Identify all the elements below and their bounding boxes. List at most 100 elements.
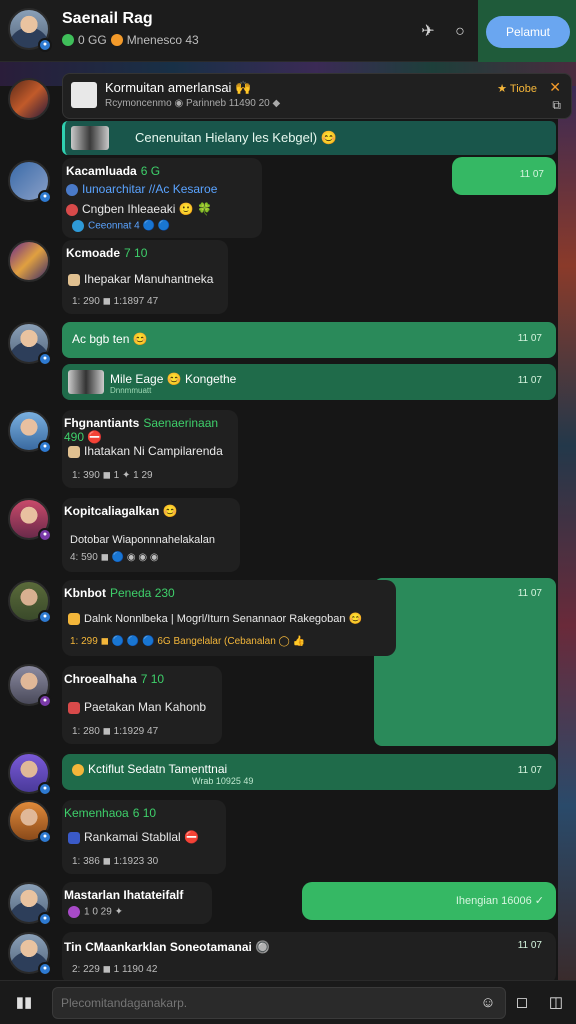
avatar-image [8,240,50,282]
media-bubble[interactable]: 11 07 [374,578,556,746]
message-card[interactable]: Chroealhaha 7 10 Paetakan Man Kahonb 1: 2… [62,666,222,744]
subtitle-prefix: 0 GG [78,33,107,47]
reply-preview[interactable]: Cenenuitan Hielany les Kebgel) 😊 [62,121,556,155]
message-line: Ceeonnat 4 🔵 🔵 [72,220,170,232]
sender-name: Fhgnantiants Saenaerinaan 490 ⛔ [64,416,219,444]
message-time: 11 07 [517,940,542,951]
verified-badge-icon: ● [38,528,52,542]
avatar-chroealhaha[interactable]: ● [8,664,52,708]
outgoing-bubble[interactable]: 11 07 [452,157,556,195]
avatar-pinned[interactable] [8,78,50,120]
verified-badge-icon: ● [38,38,52,52]
verified-badge-icon: ● [38,912,52,926]
verified-badge-icon: ● [38,694,52,708]
online-dot-icon [62,34,74,46]
message-meta: 2: 229 ◼ 1 1190 42 [72,964,158,975]
message-time: 11 07 [519,169,544,180]
emoji-icon [110,34,123,46]
square-icon[interactable]: ◻ [512,993,532,1013]
message-line: Rankamai Stabllal ⛔ [68,830,199,844]
message-input[interactable] [52,987,506,1019]
sender-name: Chroealhaha 7 10 [64,672,165,686]
message-card[interactable]: Kemenhaoa 6 10 Rankamai Stabllal ⛔ 1: 386… [62,800,226,874]
message-meta: 1: 390 ◼ 1 ✦ 1 29 [72,470,153,481]
message-line: Dalnk Nonnlbeka | Mogrl/Iturn Senannaor … [68,612,362,626]
sender-name: Kemenhaoa 6 10 [64,806,157,820]
message-card[interactable]: Kopitcaliagalkan 😊 Dotobar Wiaponnnahela… [62,498,240,572]
avatar-fhgnantiants[interactable]: ● [8,410,52,454]
verified-badge-icon: ● [38,782,52,796]
avatar-mastarlan[interactable]: ● [8,882,52,926]
message-card[interactable]: Kcmoade 7 10 Ihepakar Manuhantneka 1: 290… [62,240,228,314]
message-meta: 1: 280 ◼ 1:1929 47 [72,726,159,737]
message-sub: Wrab 10925 49 [192,776,254,786]
message-bubble[interactable]: Mile Eage 😊 Kongethe Dnnmmuatt 11 07 [62,364,556,400]
sender-name: Tin CMaankarklan Soneotamanai 🔘 [64,940,271,954]
reply-thumbnail [71,126,109,150]
sender-name: Kacamluada 6 G [66,164,161,178]
pin-icon[interactable]: ✈ [418,22,438,42]
pinned-subtitle: Rcymoncenmo ◉ Parinneb 11490 20 ◆ [105,98,281,109]
outgoing-bubble[interactable]: Ihengian 16006 ✓ [302,882,556,920]
verified-badge-icon: ● [38,830,52,844]
chat-title[interactable]: Saenail Rag [62,10,153,28]
message-text: Mile Eage 😊 Kongethe [110,372,237,386]
message-line: Dotobar Wiaponnnahelakalan [70,534,215,546]
sender-name: Kcmoade 7 10 [66,246,148,260]
pinned-message-banner[interactable]: Kormuitan amerlansai 🙌 Rcymoncenmo ◉ Par… [62,73,572,119]
verified-badge-icon: ● [38,962,52,976]
subtitle-text: Mnenesco 43 [126,33,199,47]
message-time: 11 07 [517,375,542,386]
avatar-kcmoade[interactable] [8,240,50,282]
sender-name: Mastarlan Ihatateifalf [64,888,184,902]
book-icon[interactable]: ▮▮ [14,993,34,1013]
emoji-icon[interactable]: ☺ [478,993,498,1013]
composer-bar: ▮▮ ☺ ◻ ◫ [0,980,576,1024]
wallpaper-side [558,86,576,986]
message-text: Ac bgb ten 😊 [72,332,148,346]
verified-badge-icon: ● [38,190,52,204]
message-meta: 4: 590 ◼ 🔵 ◉ ◉ ◉ [70,552,159,563]
avatar-user-2[interactable]: ● [8,752,52,796]
message-line: Iunoarchitar //Ac Kesaroe [66,182,217,196]
message-card[interactable]: Mastarlan Ihatateifalf 1 0 29 ✦ [62,882,212,924]
close-icon[interactable]: ✕ [549,79,561,96]
message-bubble[interactable]: Kctiflut Sedatn Tamenttnai Wrab 10925 49… [62,754,556,790]
header-cta-button[interactable]: Pelamut [486,16,570,48]
reply-text: Cenenuitan Hielany les Kebgel) 😊 [135,130,337,145]
avatar-kacamluada[interactable]: ● [8,160,52,204]
chat-header: ● Saenail Rag 0 GG Mnenesco 43 ✈ ○ Pelam… [0,0,576,62]
message-card[interactable]: Kacamluada 6 G Iunoarchitar //Ac Kesaroe … [62,158,262,238]
avatar-kopitcaliagalkan[interactable]: ● [8,498,52,542]
pinned-tag: ★ Tiobe [497,83,537,95]
avatar-tin[interactable]: ● [8,932,52,976]
avatar-kemenhaoa[interactable]: ● [8,800,52,844]
verified-badge-icon: ● [38,352,52,366]
header-cta-area: Pelamut [478,0,576,62]
message-line: Ihatakan Ni Campilarenda [68,444,223,458]
message-card[interactable]: Tin CMaankarklan Soneotamanai 🔘 2: 229 ◼… [62,932,556,984]
message-meta: 1: 386 ◼ 1:1923 30 [72,856,159,867]
media-thumbnail [68,370,104,394]
message-meta: 1 0 29 ✦ [68,906,123,918]
pinned-title: Kormuitan amerlansai 🙌 [105,80,252,95]
chat-subtitle: 0 GG Mnenesco 43 [62,33,199,47]
message-card[interactable]: Kbnbot Peneda 230 Dalnk Nonnlbeka | Mogrl… [62,580,396,656]
message-time: 11 07 [517,588,542,599]
camera-icon[interactable]: ◫ [546,993,566,1013]
message-text: Ihengian 16006 ✓ [455,895,544,907]
message-line: Ihepakar Manuhantneka [68,272,213,286]
message-meta: 1: 299 ◼ 🔵 🔵 🔵 6G Bangelalar (Cebanalan … [70,636,305,647]
header-avatar[interactable]: ● [8,8,52,52]
message-time: 11 07 [517,765,542,776]
avatar-kbnbot[interactable]: ● [8,580,52,624]
message-bubble[interactable]: Ac bgb ten 😊 11 07 [62,322,556,358]
circle-icon[interactable]: ○ [450,22,470,42]
pinned-thumbnail [71,82,97,108]
avatar-user[interactable]: ● [8,322,52,366]
expand-icon[interactable]: ⧉ [552,98,561,113]
message-line: Cngben Ihleaeaki 🙂 🍀 [66,202,212,216]
message-text: Kctiflut Sedatn Tamenttnai [72,762,227,776]
message-card[interactable]: Fhgnantiants Saenaerinaan 490 ⛔ Ihatakan … [62,410,238,488]
verified-badge-icon: ● [38,440,52,454]
